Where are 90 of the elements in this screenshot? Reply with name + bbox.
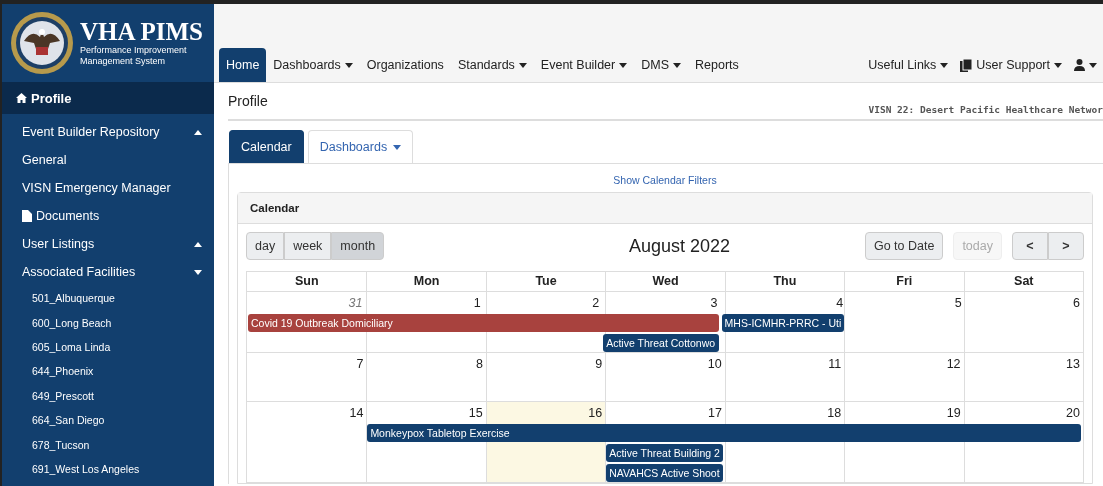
caret-icon — [518, 62, 527, 68]
view-button[interactable]: week — [284, 232, 332, 260]
day-number: 12 — [945, 356, 962, 373]
facility-item[interactable]: 691_West Los Angeles — [2, 456, 214, 482]
day-number: 8 — [474, 356, 484, 373]
day-number: 3 — [709, 295, 719, 312]
sidebar-item[interactable]: Profile — [2, 82, 214, 114]
weekday-header: Mon — [366, 272, 486, 291]
previous-button[interactable]: < — [1012, 232, 1048, 260]
weekday-header: Fri — [844, 272, 964, 291]
nav-item[interactable]: Event Builder — [533, 48, 635, 82]
sidebar-item[interactable]: VISN Emergency Manager — [2, 174, 214, 202]
caret-icon — [194, 269, 202, 275]
view-button[interactable]: month — [331, 232, 385, 260]
caret-icon — [194, 129, 202, 135]
filters-link[interactable]: Show Calendar Filters — [613, 174, 717, 186]
caret-icon — [1089, 62, 1097, 68]
month-title: August 2022 — [628, 235, 731, 257]
day-number: 18 — [826, 405, 843, 422]
weekday-header: Thu — [724, 272, 845, 291]
caret-icon — [393, 144, 402, 150]
facility-item[interactable]: 600_Long Beach — [2, 310, 214, 335]
nav-item[interactable]: Home — [219, 48, 267, 82]
day-number: 2 — [591, 295, 601, 312]
calendar-event[interactable]: Monkeypox Tabletop Exercise — [367, 424, 1081, 442]
calendar-event[interactable]: Covid 19 Outbreak Domiciliary — [248, 314, 719, 332]
nav-item[interactable]: DMS — [634, 48, 688, 82]
weekday-header: Tue — [485, 272, 606, 291]
calendar-event[interactable]: MHS-ICMHR-PRRC - Uti — [721, 314, 845, 332]
facility-item[interactable]: 649_Prescott — [2, 383, 214, 408]
sidebar-item[interactable]: General — [2, 146, 214, 174]
nav-item[interactable]: Dashboards — [266, 48, 360, 82]
day-number: 10 — [706, 356, 723, 373]
day-number: 6 — [1072, 295, 1081, 312]
tab[interactable]: Calendar — [229, 130, 304, 163]
day-number: 17 — [706, 405, 723, 422]
day-number: 15 — [467, 405, 484, 422]
app-subtitle: Management System — [80, 56, 167, 67]
go-to-date-button[interactable]: Go to Date — [864, 232, 944, 260]
day-number: 4 — [835, 295, 845, 312]
day-number: 19 — [945, 405, 962, 422]
network-name: VISN 22: Desert Pacific Healthcare Networ — [868, 104, 1103, 115]
caret-icon — [673, 62, 681, 68]
day-number: 9 — [594, 356, 604, 373]
nav-item[interactable]: Standards — [450, 48, 534, 82]
caret-icon — [940, 62, 949, 68]
weekday-header: Sat — [963, 272, 1083, 291]
user-icon — [1074, 59, 1085, 71]
day-number: 31 — [347, 295, 364, 312]
weekday-header: Sun — [293, 273, 320, 290]
nav-item[interactable]: Organizations — [359, 48, 451, 82]
caret-icon — [344, 62, 353, 68]
weekday-header: Wed — [605, 272, 725, 291]
facility-item[interactable]: 501_Albuquerque — [2, 286, 214, 311]
day-number: 11 — [827, 356, 843, 373]
day-number: 16 — [587, 405, 604, 422]
view-button[interactable]: day — [246, 232, 285, 260]
sidebar-item[interactable]: Documents — [2, 202, 214, 230]
facility-item[interactable]: 644_Phoenix — [2, 359, 214, 384]
day-number: 5 — [953, 295, 963, 312]
user-support-menu[interactable]: User Support — [954, 48, 1068, 82]
day-number: 13 — [1065, 356, 1081, 373]
page-title: Profile — [228, 92, 268, 109]
day-number: 1 — [472, 295, 482, 312]
sidebar-item[interactable]: Associated Facilities — [2, 258, 214, 286]
app-subtitle: Performance Improvement — [80, 45, 188, 56]
app-title: VHA PIMS — [80, 19, 203, 45]
facility-item[interactable]: 605_Loma Linda — [2, 334, 214, 360]
caret-icon — [619, 62, 628, 68]
home-icon — [16, 93, 27, 103]
panel-title: Calendar — [238, 193, 1092, 224]
caret-icon — [194, 241, 202, 247]
day-number: 14 — [348, 405, 365, 422]
day-number: 20 — [1065, 405, 1081, 422]
calendar-event[interactable]: Active Threat Building 2 — [606, 444, 723, 462]
caret-icon — [1054, 62, 1062, 68]
facility-item[interactable]: 678_Tucson — [2, 432, 214, 457]
day-number: 7 — [355, 356, 365, 373]
next-button[interactable]: > — [1048, 232, 1084, 260]
seal-logo — [10, 11, 74, 75]
nav-item[interactable]: Reports — [688, 48, 746, 82]
calendar-event[interactable]: NAVAHCS Active Shoot — [606, 464, 723, 482]
useful-links-menu[interactable]: Useful Links — [862, 48, 955, 82]
facility-item[interactable]: 664_San Diego — [2, 407, 214, 433]
document-icon — [22, 210, 32, 222]
sidebar-item[interactable]: Event Builder Repository — [2, 118, 214, 146]
copy-icon — [960, 58, 973, 72]
sidebar-item[interactable]: User Listings — [2, 230, 214, 258]
tab[interactable]: Dashboards — [307, 130, 414, 163]
calendar-event[interactable]: Active Threat Cottonwo — [603, 334, 719, 352]
